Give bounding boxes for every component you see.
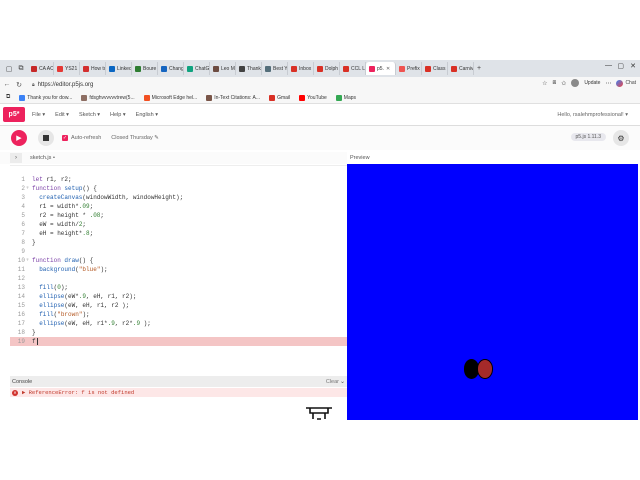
code-line[interactable]: 15 ellipse(eW, eH, r1, r2 ); bbox=[10, 301, 347, 310]
line-number: 8 bbox=[21, 239, 25, 246]
line-number: 9 bbox=[21, 248, 25, 255]
code-line[interactable]: 16 fill("brown"); bbox=[10, 310, 347, 319]
code-text: fill(0); bbox=[39, 284, 69, 291]
code-line[interactable]: 17 ellipse(eW, eH, r1*.9, r2*.9 ); bbox=[10, 319, 347, 328]
code-text: eH = height*.8; bbox=[32, 230, 94, 237]
code-line[interactable]: 2 ▿ function setup() { bbox=[10, 184, 347, 193]
line-number: 5 bbox=[21, 212, 25, 219]
line-number: 15 bbox=[17, 302, 25, 309]
console-error-line: ✕ ▶ ReferenceError: f is not defined bbox=[10, 388, 347, 397]
line-number: 10 bbox=[17, 257, 25, 264]
code-text: fill("brown"); bbox=[39, 311, 90, 318]
code-text: r1 = width*.09; bbox=[32, 203, 94, 210]
code-line[interactable]: 14 ellipse(eW*.9, eH, r1, r2); bbox=[10, 292, 347, 301]
code-line[interactable]: 10 ▿ function draw() { bbox=[10, 256, 347, 265]
code-text: r2 = height * .08; bbox=[32, 212, 105, 219]
code-line[interactable]: 9 bbox=[10, 247, 347, 256]
letterbox-top bbox=[0, 0, 640, 60]
code-line[interactable]: 5 r2 = height * .08; bbox=[10, 211, 347, 220]
line-number: 14 bbox=[17, 293, 25, 300]
code-text: let r1, r2; bbox=[32, 176, 72, 183]
code-text: ellipse(eW, eH, r1, r2 ); bbox=[39, 302, 130, 309]
code-text: f bbox=[32, 338, 38, 345]
line-number: 3 bbox=[21, 194, 25, 201]
code-line[interactable]: 3 createCanvas(windowWidth, windowHeight… bbox=[10, 193, 347, 202]
preview-label: Preview bbox=[350, 155, 370, 161]
code-text: ellipse(eW, eH, r1*.9, r2*.9 ); bbox=[39, 320, 151, 327]
line-number: 17 bbox=[17, 320, 25, 327]
code-text: } bbox=[32, 329, 36, 336]
code-line[interactable]: 7 eH = height*.8; bbox=[10, 229, 347, 238]
fold-toggle-icon[interactable]: ▿ bbox=[26, 184, 29, 193]
fold-toggle-icon[interactable]: ▿ bbox=[26, 256, 29, 265]
code-text: function draw() { bbox=[32, 257, 94, 264]
error-icon: ✕ bbox=[12, 389, 18, 396]
line-number: 12 bbox=[17, 275, 25, 282]
code-text: ellipse(eW*.9, eH, r1, r2); bbox=[39, 293, 137, 300]
sketch-preview-canvas[interactable] bbox=[347, 164, 638, 420]
line-number: 13 bbox=[17, 284, 25, 291]
code-line[interactable]: 8} bbox=[10, 238, 347, 247]
code-text: background("blue"); bbox=[39, 266, 108, 273]
file-bar: › sketch.js • bbox=[0, 152, 347, 164]
file-tab[interactable]: sketch.js • bbox=[30, 155, 55, 161]
unsaved-dot: • bbox=[52, 155, 55, 161]
asterisk-mascot-icon bbox=[306, 407, 332, 420]
code-line-error[interactable]: 19 f bbox=[10, 337, 347, 346]
code-line[interactable]: 13 fill(0); bbox=[10, 283, 347, 292]
code-text: createCanvas(windowWidth, windowHeight); bbox=[39, 194, 184, 201]
line-number: 6 bbox=[21, 221, 25, 228]
line-number: 1 bbox=[21, 176, 25, 183]
code-editor[interactable]: 1 let r1, r2; 2 ▿ function setup() {3 create… bbox=[10, 165, 347, 376]
line-number: 11 bbox=[17, 266, 25, 273]
expand-sidebar-button[interactable]: › bbox=[10, 153, 22, 163]
file-tab-label: sketch.js bbox=[30, 155, 52, 161]
code-text: eW = width/2; bbox=[32, 221, 87, 228]
code-line[interactable]: 6 eW = width/2; bbox=[10, 220, 347, 229]
line-number: 4 bbox=[21, 203, 25, 210]
console-output: ✕ ▶ ReferenceError: f is not defined bbox=[10, 387, 347, 420]
line-number: 2 bbox=[21, 185, 25, 192]
clear-console-button[interactable]: Clear bbox=[326, 379, 339, 385]
code-line[interactable]: 1 let r1, r2; bbox=[10, 175, 347, 184]
code-text: function setup() { bbox=[32, 185, 97, 192]
line-number: 19 bbox=[17, 338, 25, 345]
console-header: Console Clear ⌄ bbox=[10, 376, 347, 387]
brown-ellipse bbox=[478, 360, 493, 378]
line-number: 18 bbox=[17, 329, 25, 336]
console-label: Console bbox=[12, 378, 33, 385]
code-line[interactable]: 11 background("blue"); bbox=[10, 265, 347, 274]
line-number: 7 bbox=[21, 230, 25, 237]
code-text: } bbox=[32, 239, 36, 246]
error-message: ▶ ReferenceError: f is not defined bbox=[22, 389, 135, 396]
chevron-down-icon[interactable]: ⌄ bbox=[340, 378, 345, 385]
code-line[interactable]: 4 r1 = width*.09; bbox=[10, 202, 347, 211]
code-line[interactable]: 12 bbox=[10, 274, 347, 283]
line-number: 16 bbox=[17, 311, 25, 318]
letterbox-bottom bbox=[0, 420, 640, 480]
code-line[interactable]: 18} bbox=[10, 328, 347, 337]
